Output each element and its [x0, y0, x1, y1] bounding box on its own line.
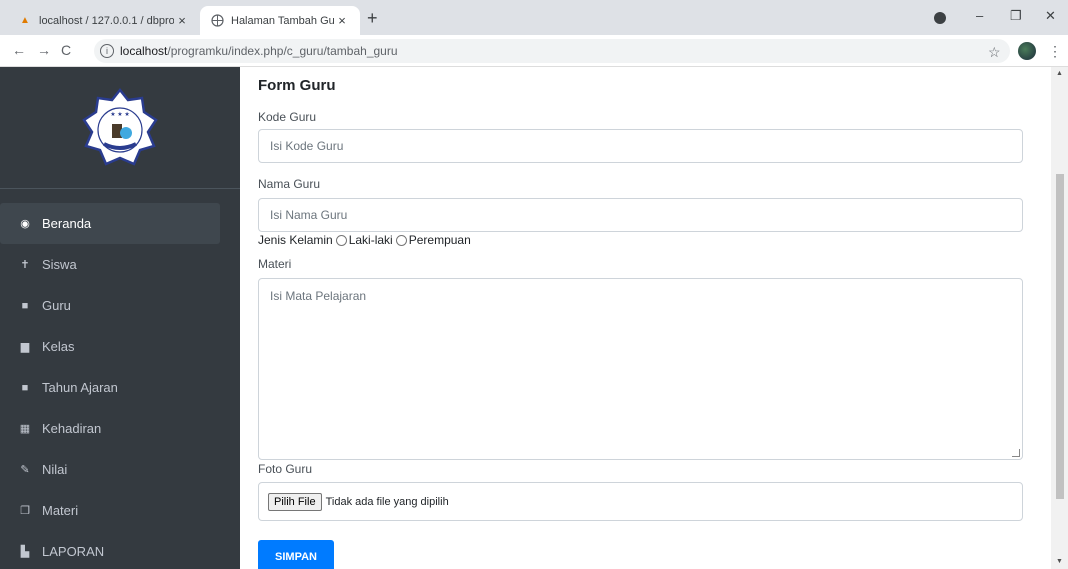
new-tab-button[interactable]: + [367, 9, 378, 27]
reload-icon[interactable]: C [61, 42, 71, 58]
choose-file-button[interactable]: Pilih File [268, 492, 322, 511]
tab-title: localhost / 127.0.0.1 / dbprogram [39, 14, 174, 27]
resize-handle-icon[interactable] [1012, 449, 1020, 457]
sidebar-item-label: Siswa [42, 257, 77, 272]
clone-icon: ❐ [20, 505, 30, 517]
user-icon: ✝ [20, 259, 30, 271]
sidebar-item-label: Beranda [42, 216, 92, 231]
book-icon: ■ [21, 299, 29, 312]
dashboard-icon: ◉ [20, 218, 30, 230]
radio-laki-laki-label: Laki-laki [348, 233, 393, 247]
logo-emblem-icon: ★ ★ ★ [82, 87, 158, 166]
page-viewport: ★ ★ ★ ◉ Beranda ✝ Siswa ■ Guru ▆ Kelas ■ [0, 67, 1068, 569]
main-content: Form Guru Kode Guru Isi Kode Guru Nama G… [258, 67, 1023, 569]
sidebar-item-kehadiran[interactable]: ▦ Kehadiran [0, 408, 220, 449]
kode-guru-label: Kode Guru [258, 110, 317, 124]
page-scrollbar[interactable]: ▲ ▼ [1051, 67, 1068, 569]
gender-row: Jenis Kelamin Laki-laki Perempuan [258, 233, 471, 247]
scroll-up-icon[interactable]: ▲ [1056, 70, 1063, 77]
url-host: localhost [120, 44, 168, 58]
scrollbar-thumb[interactable] [1056, 174, 1064, 499]
radio-laki-laki[interactable] [335, 234, 347, 246]
sidebar-item-guru[interactable]: ■ Guru [0, 285, 220, 326]
table-icon: ▦ [19, 423, 31, 435]
svg-text:★ ★ ★: ★ ★ ★ [110, 111, 129, 118]
forward-icon[interactable]: → [37, 42, 51, 58]
materi-placeholder: Isi Mata Pelajaran [270, 289, 367, 303]
phpmyadmin-icon: ▲ [20, 15, 30, 26]
bookmark-star-icon[interactable]: ☆ [988, 44, 1001, 61]
close-icon[interactable]: × [334, 13, 350, 28]
sidebar-item-label: Guru [42, 298, 71, 313]
tab-title: Halaman Tambah Guru [231, 14, 334, 27]
sidebar-item-laporan[interactable]: ▙ LAPORAN [0, 531, 220, 569]
simpan-button[interactable]: SIMPAN [258, 540, 334, 569]
sidebar-item-label: Tahun Ajaran [42, 380, 118, 395]
folder-icon: ■ [21, 381, 29, 394]
gender-label: Jenis Kelamin [258, 233, 333, 247]
sidebar-item-nilai[interactable]: ✎ Nilai [0, 449, 220, 490]
minimize-button[interactable]: – [976, 8, 983, 23]
url-path: /programku/index.php/c_guru/tambah_guru [167, 44, 398, 58]
menu-kebab-icon[interactable]: ⋮ [1048, 43, 1062, 60]
radio-perempuan[interactable] [395, 234, 407, 246]
school-logo: ★ ★ ★ [0, 67, 240, 189]
profile-avatar[interactable] [1018, 42, 1036, 60]
form-title: Form Guru [258, 77, 336, 94]
sidebar-menu: ◉ Beranda ✝ Siswa ■ Guru ▆ Kelas ■ Tahun… [0, 189, 240, 569]
sidebar-item-label: Nilai [42, 462, 68, 477]
sidebar-item-tahun-ajaran[interactable]: ■ Tahun Ajaran [0, 367, 220, 408]
sidebar-item-beranda[interactable]: ◉ Beranda [0, 203, 220, 244]
maximize-button[interactable]: ❐ [1010, 8, 1022, 24]
browser-tab-bar: ▲ localhost / 127.0.0.1 / dbprogram × Ha… [0, 0, 1068, 35]
foto-guru-label: Foto Guru [258, 462, 313, 476]
sidebar-item-materi[interactable]: ❐ Materi [0, 490, 220, 531]
scroll-down-icon[interactable]: ▼ [1056, 558, 1063, 565]
sidebar-item-siswa[interactable]: ✝ Siswa [0, 244, 220, 285]
sidebar-item-label: Materi [42, 503, 79, 518]
sidebar: ★ ★ ★ ◉ Beranda ✝ Siswa ■ Guru ▆ Kelas ■ [0, 67, 240, 569]
back-icon[interactable]: ← [12, 42, 26, 58]
materi-label: Materi [258, 257, 292, 271]
address-bar[interactable]: i localhost/programku/index.php/c_guru/t… [94, 39, 1010, 63]
extension-icon[interactable] [934, 12, 946, 24]
pencil-icon: ✎ [20, 464, 30, 476]
browser-toolbar: ← → C i localhost/programku/index.php/c_… [0, 35, 1068, 67]
nama-guru-placeholder: Isi Nama Guru [270, 208, 348, 222]
kode-guru-input[interactable]: Isi Kode Guru [258, 129, 1023, 163]
sidebar-item-label: Kehadiran [42, 421, 102, 436]
kode-guru-placeholder: Isi Kode Guru [270, 139, 344, 153]
window-close-button[interactable]: ✕ [1045, 8, 1056, 24]
radio-perempuan-label: Perempuan [408, 233, 471, 247]
info-icon[interactable]: i [100, 44, 114, 58]
close-icon[interactable]: × [174, 13, 190, 28]
materi-textarea[interactable]: Isi Mata Pelajaran [258, 278, 1023, 460]
nama-guru-input[interactable]: Isi Nama Guru [258, 198, 1023, 232]
file-icon: ▙ [20, 546, 30, 558]
building-icon: ▆ [20, 341, 30, 353]
sidebar-item-kelas[interactable]: ▆ Kelas [0, 326, 220, 367]
browser-tab-phpmyadmin[interactable]: ▲ localhost / 127.0.0.1 / dbprogram × [8, 6, 200, 35]
sidebar-item-label: Kelas [42, 339, 75, 354]
foto-guru-file-input[interactable]: Pilih File Tidak ada file yang dipilih [258, 482, 1023, 521]
nama-guru-label: Nama Guru [258, 177, 321, 191]
sidebar-item-label: LAPORAN [42, 544, 105, 559]
globe-icon [210, 14, 224, 28]
browser-tab-tambah-guru[interactable]: Halaman Tambah Guru × [200, 6, 360, 35]
file-status-text: Tidak ada file yang dipilih [325, 495, 449, 508]
